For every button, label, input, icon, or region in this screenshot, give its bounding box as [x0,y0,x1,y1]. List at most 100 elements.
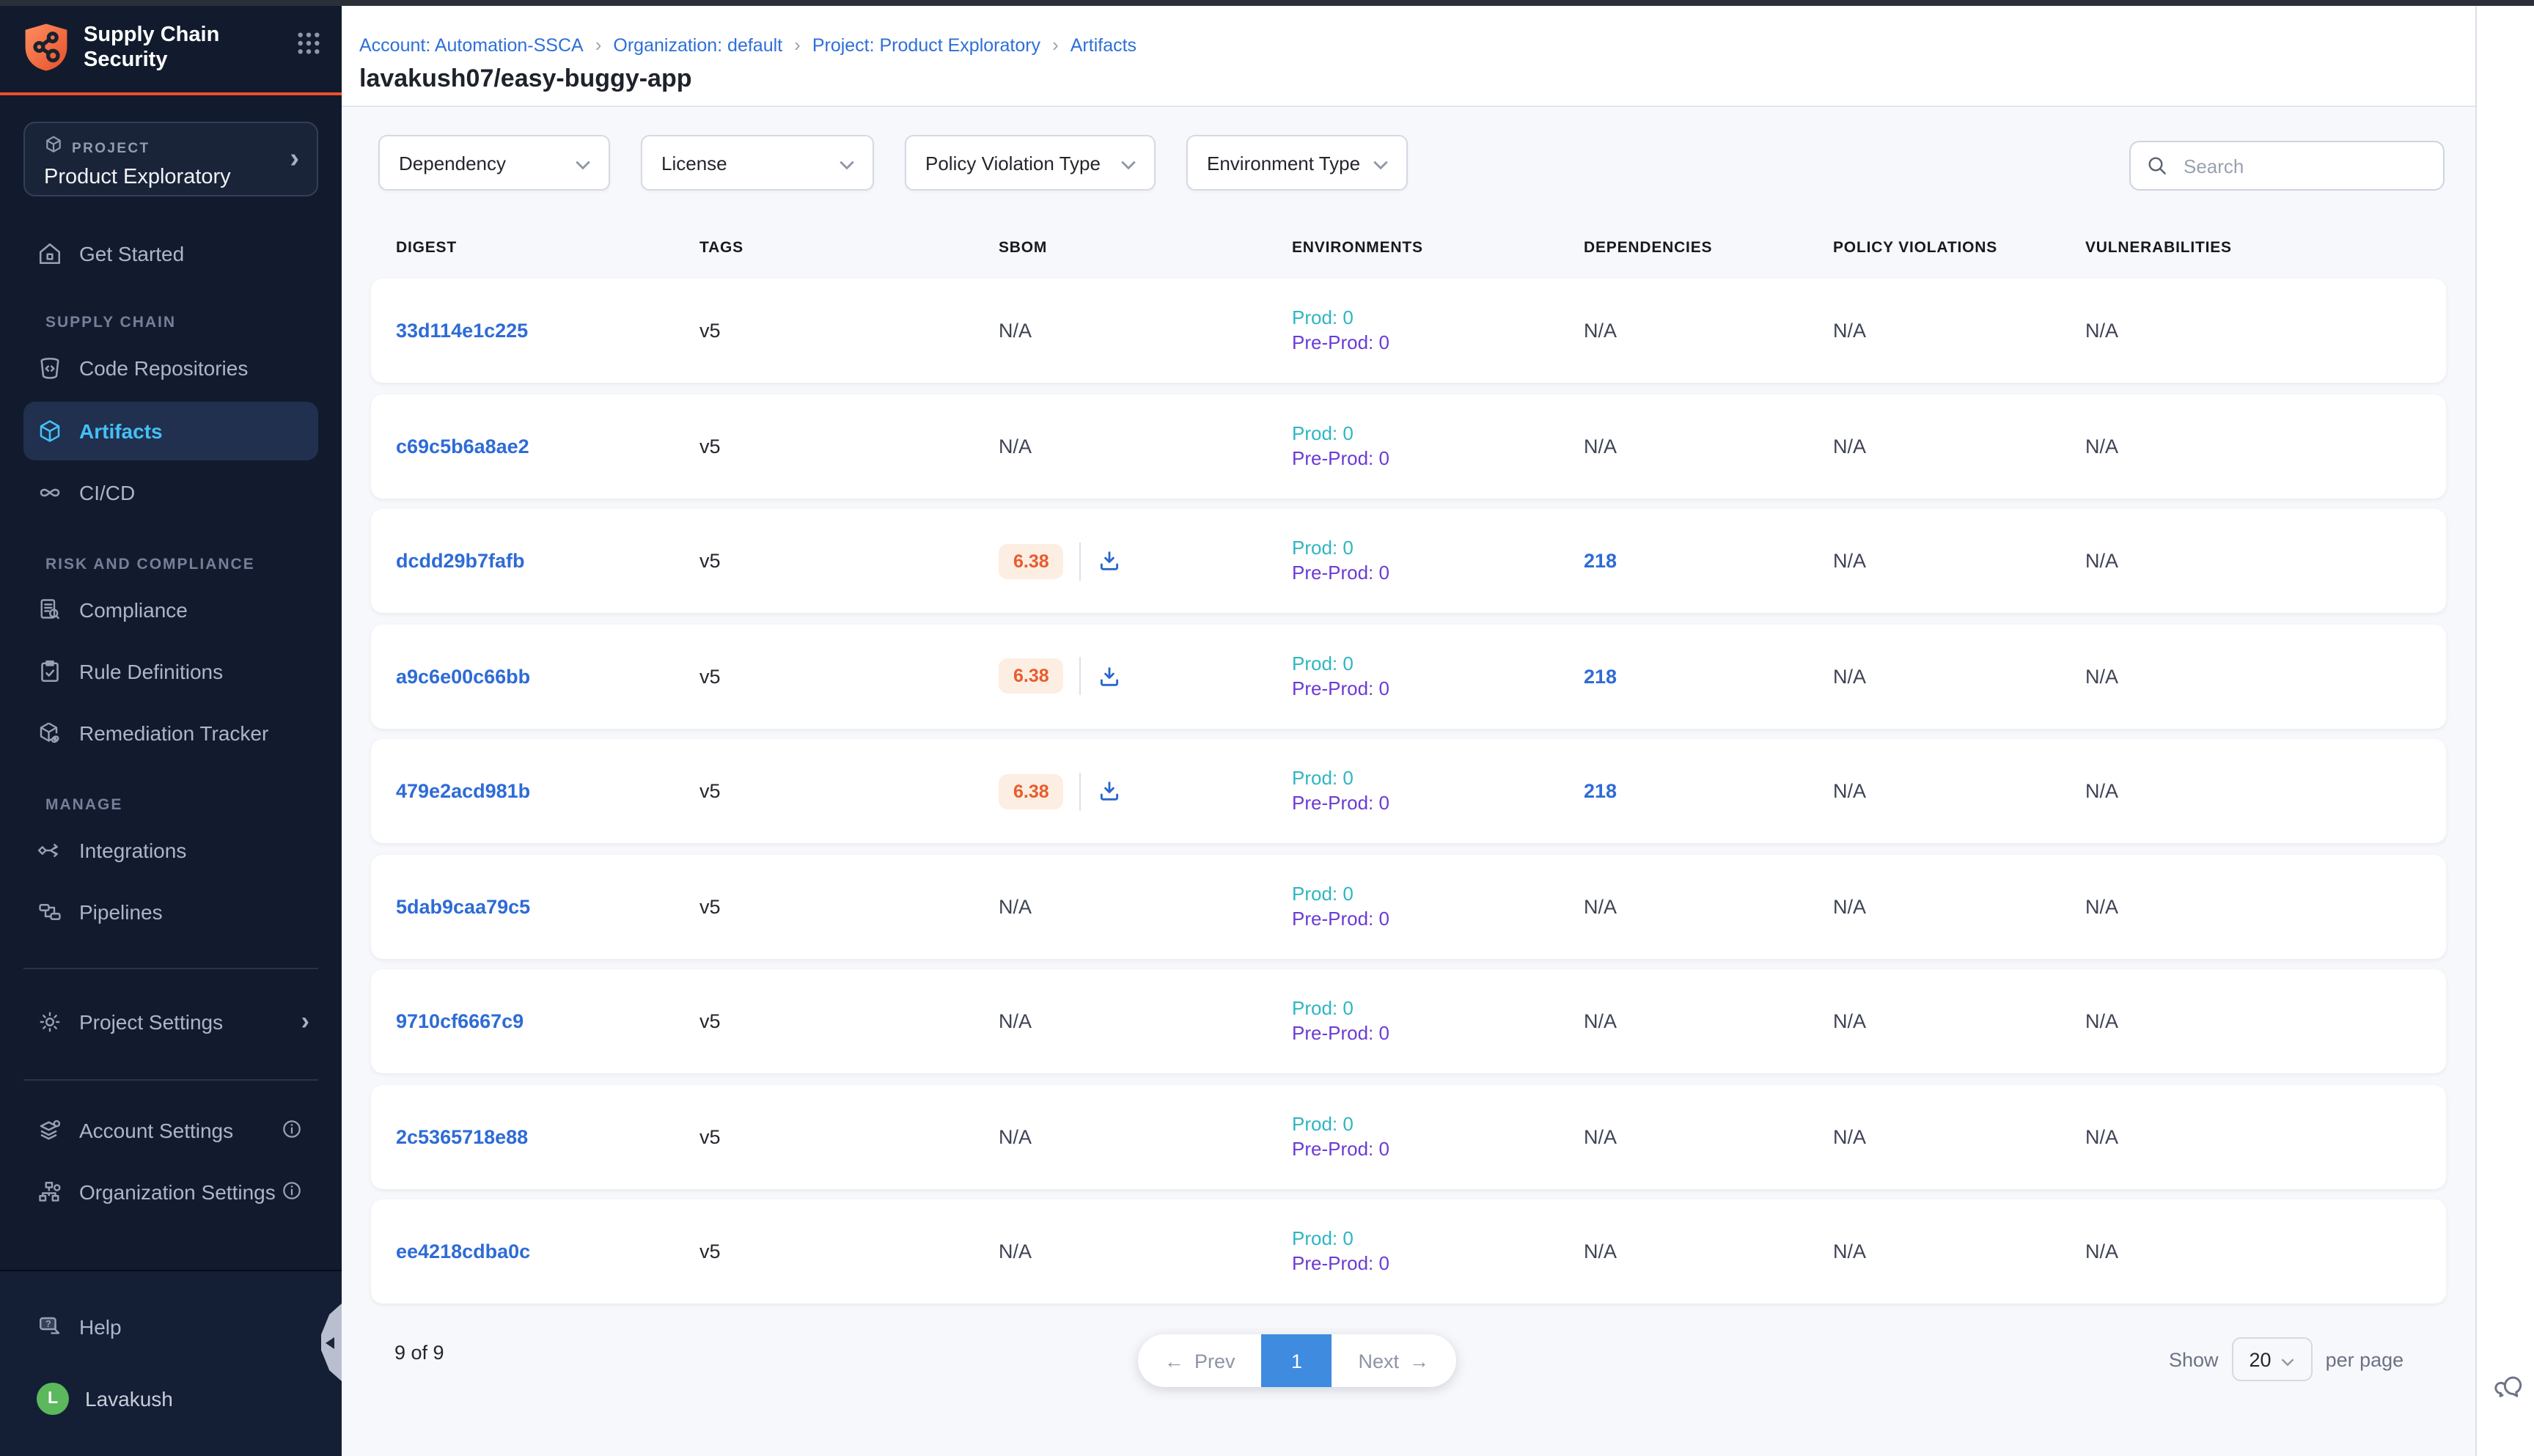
sidebar-item-label: Code Repositories [79,356,248,380]
search-input[interactable] [2181,153,2421,178]
artifact-digest-link[interactable]: c69c5b6a8ae2 [396,435,529,457]
page-size-select[interactable]: 20 [2232,1337,2313,1381]
artifact-digest-link[interactable]: 9710cf6667c9 [396,1010,524,1032]
environment-type-filter-select[interactable]: Environment Type [1186,135,1408,191]
sbom-value: N/A [999,435,1032,457]
prev-page-button[interactable]: ← Prev [1138,1334,1262,1387]
env-preprod-count: Pre-Prod: 0 [1292,562,1389,585]
sidebar-item-code-repositories[interactable]: Code Repositories [0,343,342,393]
vulnerabilities-value: N/A [2085,550,2118,572]
chevron-down-icon [2280,1348,2295,1370]
section-header-supply-chain: SUPPLY CHAIN [0,314,342,331]
dependencies-count-link[interactable]: 218 [1584,780,1617,802]
sidebar-item-artifacts[interactable]: Artifacts [23,402,318,460]
chevron-separator-icon: › [794,34,801,56]
svg-text:?: ? [45,1318,51,1329]
sidebar-item-cicd[interactable]: CI/CD [0,468,342,518]
sbom-score-badge: 6.38 [999,658,1064,694]
tag-value: v5 [699,895,721,917]
section-header-manage: MANAGE [0,796,342,814]
env-prod-count: Prod: 0 [1292,997,1354,1021]
chat-widget-icon[interactable] [2494,1372,2525,1411]
policy-violations-value: N/A [1833,1240,1866,1262]
module-grid-icon[interactable] [296,31,321,63]
sidebar-item-pipelines[interactable]: Pipelines [0,887,342,937]
tag-value: v5 [699,665,721,687]
env-prod-count: Prod: 0 [1292,306,1354,330]
breadcrumb-account[interactable]: Account: Automation-SSCA [359,34,584,55]
sbom-download-button[interactable] [1098,548,1123,573]
sidebar-item-remediation-tracker[interactable]: Remediation Tracker [0,708,342,758]
vulnerabilities-value: N/A [2085,1240,2118,1262]
user-menu[interactable]: L Lavakush [0,1378,342,1419]
sidebar-footer: ? Help L Lavakush [0,1270,342,1456]
tag-value: v5 [699,550,721,572]
policy-violation-type-filter-select[interactable]: Policy Violation Type [905,135,1156,191]
sidebar-item-project-settings[interactable]: Project Settings › [0,997,342,1047]
sidebar-item-account-settings[interactable]: Account Settings [0,1106,342,1155]
project-cube-icon [44,135,63,161]
current-page-button[interactable]: 1 [1262,1334,1332,1387]
artifact-digest-link[interactable]: 2c5365718e88 [396,1125,528,1147]
sidebar-item-label: Organization Settings [79,1180,276,1204]
filter-label: License [661,152,727,174]
sidebar-item-label: Artifacts [79,419,163,443]
sidebar-item-rule-definitions[interactable]: Rule Definitions [0,647,342,696]
pagination-range: 9 of 9 [394,1342,444,1364]
sidebar-item-get-started[interactable]: Get Started [0,229,342,279]
info-icon [280,1179,304,1207]
sbom-download-button[interactable] [1098,663,1123,688]
license-filter-select[interactable]: License [641,135,874,191]
divider [1080,542,1081,580]
sidebar-item-compliance[interactable]: Compliance [0,585,342,635]
artifact-digest-link[interactable]: 479e2acd981b [396,780,530,802]
env-preprod-count: Pre-Prod: 0 [1292,907,1389,930]
sbom-download-button[interactable] [1098,779,1123,804]
policy-violations-value: N/A [1833,435,1866,457]
next-page-button[interactable]: Next → [1332,1334,1456,1387]
sidebar-item-label: Account Settings [79,1119,233,1142]
sidebar-item-integrations[interactable]: Integrations [0,826,342,875]
page-title: lavakush07/easy-buggy-app [359,65,2475,94]
artifact-digest-link[interactable]: dcdd29b7fafb [396,550,525,572]
search-icon [2145,154,2169,177]
dependencies-count-link[interactable]: 218 [1584,665,1617,687]
breadcrumb-organization[interactable]: Organization: default [613,34,782,55]
layers-gear-icon [37,1117,63,1144]
project-selector[interactable]: PROJECT Product Exploratory › [23,122,318,196]
filter-label: Policy Violation Type [925,152,1101,174]
env-prod-count: Prod: 0 [1292,652,1354,675]
dependencies-count-link[interactable]: 218 [1584,550,1617,572]
accent-divider [0,92,342,95]
remediation-cube-icon [37,720,63,746]
env-preprod-count: Pre-Prod: 0 [1292,1022,1389,1045]
sidebar-item-organization-settings[interactable]: Organization Settings [0,1167,342,1217]
sidebar-nav: Get Started SUPPLY CHAIN Code Repositori… [0,229,342,1217]
artifact-table-row: 479e2acd981bv56.38Prod: 0Pre-Prod: 0218N… [371,739,2446,843]
env-preprod-count: Pre-Prod: 0 [1292,1137,1389,1161]
pipelines-icon [37,899,63,925]
help-chat-icon: ? [37,1314,63,1340]
sidebar-item-label: Remediation Tracker [79,721,268,745]
breadcrumb-artifacts[interactable]: Artifacts [1070,34,1136,55]
sidebar: Supply Chain Security PROJECT Product Ex… [0,0,342,1456]
artifact-digest-link[interactable]: 33d114e1c225 [396,320,528,342]
env-prod-count: Prod: 0 [1292,1112,1354,1136]
filter-label: Environment Type [1207,152,1360,174]
artifact-digest-link[interactable]: 5dab9caa79c5 [396,895,530,917]
artifact-digest-link[interactable]: a9c6e00c66bb [396,665,530,687]
integrations-icon [37,837,63,864]
chevron-separator-icon: › [1052,34,1059,56]
artifact-digest-link[interactable]: ee4218cdba0c [396,1240,530,1262]
dependency-filter-select[interactable]: Dependency [378,135,610,191]
prev-label: Prev [1194,1350,1235,1372]
sidebar-item-label: Compliance [79,598,188,622]
arrow-left-icon: ← [1164,1350,1184,1372]
tag-value: v5 [699,320,721,342]
artifact-table-row: dcdd29b7fafbv56.38Prod: 0Pre-Prod: 0218N… [371,509,2446,613]
policy-violations-value: N/A [1833,1125,1866,1147]
chevron-down-icon [575,152,591,174]
sidebar-logo-row: Supply Chain Security [0,0,342,92]
sidebar-item-help[interactable]: ? Help [0,1306,342,1347]
breadcrumb-project[interactable]: Project: Product Exploratory [812,34,1040,55]
